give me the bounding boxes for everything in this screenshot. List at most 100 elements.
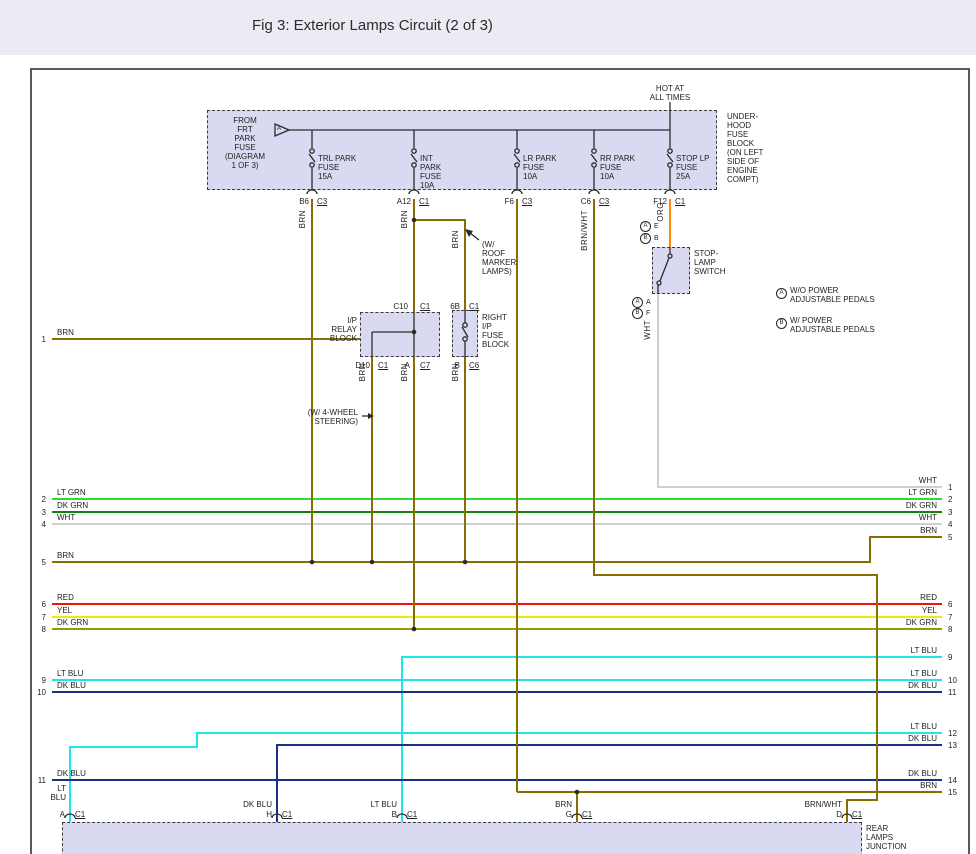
row-right-num-1: 1 — [948, 483, 960, 492]
row-right-num-5: 5 — [948, 533, 960, 542]
row-left-num-2: 2 — [34, 495, 46, 504]
from-frt-park-fuse-label: FROM FRT PARK FUSE (DIAGRAM 1 OF 3) — [217, 116, 273, 170]
wiring-diagram-page: Fig 3: Exterior Lamps Circuit (2 of 3) — [0, 0, 976, 854]
bottom-wire-label-brnwht: BRN/WHT — [790, 800, 842, 809]
pin-d10: D10 — [346, 361, 370, 370]
row-right-num-2: 2 — [948, 495, 960, 504]
row-right-label-7: YEL — [877, 606, 937, 615]
wire-dk-blu-row13 — [277, 745, 942, 822]
row-right-num-12: 12 — [948, 729, 960, 738]
row-right-label-13: DK BLU — [877, 734, 937, 743]
fuse-symbol-trl-park — [309, 130, 315, 190]
row-left-num-3: 3 — [34, 508, 46, 517]
connector-arc-f12 — [665, 190, 675, 194]
row-right-label-5: BRN — [877, 526, 937, 535]
conn-c6-fb: C6 — [469, 361, 479, 370]
circle-b-icon: B — [632, 308, 643, 319]
wiring-svg — [32, 70, 968, 854]
bottom-conn-c1-g: C1 — [582, 810, 592, 819]
conn-c1-relay-top: C1 — [420, 302, 430, 311]
row-right-label-15: BRN — [877, 781, 937, 790]
connector-arc-c6 — [589, 190, 599, 194]
underhood-fuse-block-label: UNDER- HOOD FUSE BLOCK (ON LEFT SIDE OF … — [727, 112, 787, 184]
connector-arc-a12 — [409, 190, 419, 194]
bottom-wire-label-dkblu: DK BLU — [232, 800, 272, 809]
row-left-label-10: DK BLU — [57, 681, 86, 690]
row-left-num-8: 8 — [34, 625, 46, 634]
legend-a-label: W/O POWER ADJUSTABLE PEDALS — [790, 286, 885, 304]
bottom-conn-c1-b: C1 — [407, 810, 417, 819]
fuse-label-int-park: INT PARK FUSE 10A — [420, 154, 462, 190]
conn-c3-2: C3 — [522, 197, 532, 206]
row-right-label-9: LT BLU — [877, 646, 937, 655]
circle-a-icon: A — [632, 297, 643, 308]
conn-c3-1: C3 — [317, 197, 327, 206]
switch-pin-bot-a: A A — [632, 297, 651, 308]
row-left-label-9: LT BLU — [57, 669, 83, 678]
row-left-label-5: BRN — [57, 551, 74, 560]
wire-rows — [52, 499, 942, 822]
row-right-num-8: 8 — [948, 625, 960, 634]
bottom-conn-c1-d: C1 — [852, 810, 862, 819]
pin-a12: A12 — [383, 197, 411, 206]
row-left-label-2: LT GRN — [57, 488, 86, 497]
figure-title: Fig 3: Exterior Lamps Circuit (2 of 3) — [252, 17, 493, 34]
switch-pin-bot-a-val: A — [646, 299, 651, 306]
fuse-label-lr-park: LR PARK FUSE 10A — [523, 154, 565, 181]
roof-marker-lamps-note: (W/ ROOF MARKER LAMPS) — [482, 240, 524, 276]
wire-label-brn-2: BRN — [400, 210, 409, 228]
pin-b-fb: B — [442, 361, 460, 370]
circle-b-icon: B — [640, 233, 651, 244]
pin-c10: C10 — [384, 302, 408, 311]
pin-a-relay: A — [398, 361, 410, 370]
bottom-pin-g: G — [554, 810, 572, 819]
roof-arrow-line — [470, 233, 479, 240]
legend-circle-a-icon: A — [776, 288, 787, 299]
row-right-label-2: LT GRN — [877, 488, 937, 497]
row-right-label-6: RED — [877, 593, 937, 602]
bottom-wire-label-brn: BRN — [532, 800, 572, 809]
circle-a-icon: A — [640, 221, 651, 232]
pin-6b: 6B — [438, 302, 460, 311]
row-right-num-11: 11 — [948, 688, 960, 697]
bottom-pin-h: H — [254, 810, 272, 819]
switch-pin-bot-b-val: F — [646, 310, 650, 317]
conn-c1-2: C1 — [675, 197, 685, 206]
row-right-label-11: DK BLU — [877, 681, 937, 690]
stop-lamp-switch-internals — [657, 247, 672, 294]
pin-b6: B6 — [285, 197, 309, 206]
row-right-num-7: 7 — [948, 613, 960, 622]
row-left-label-7: YEL — [57, 606, 72, 615]
wire-label-org: ORG — [656, 202, 665, 222]
annotation-arrows — [362, 229, 479, 419]
switch-pin-bot-b: B F — [632, 308, 650, 319]
bottom-pin-a: A — [47, 810, 65, 819]
row-right-label-1: WHT — [877, 476, 937, 485]
conn-c7-relay: C7 — [420, 361, 430, 370]
fuse-symbol-lr-park — [514, 130, 520, 190]
switch-pin-top-b-val: B — [654, 235, 659, 242]
fuse-label-stop-lp: STOP LP FUSE 25A — [676, 154, 718, 181]
row-right-num-4: 4 — [948, 520, 960, 529]
connector-arc-f6 — [512, 190, 522, 194]
row-right-num-14: 14 — [948, 776, 960, 785]
bottom-pin-d: D — [824, 810, 842, 819]
bottom-conn-c1-a: C1 — [75, 810, 85, 819]
row-right-label-12: LT BLU — [877, 722, 937, 731]
row-left-num-1: 1 — [34, 335, 46, 344]
legend-b-label: W/ POWER ADJUSTABLE PEDALS — [790, 316, 885, 334]
row-right-num-9: 9 — [948, 653, 960, 662]
bottom-pin-b: B — [379, 810, 397, 819]
relay-block-internals — [372, 312, 414, 357]
wire-label-wht: WHT — [643, 320, 652, 340]
fuse-label-rr-park: RR PARK FUSE 10A — [600, 154, 642, 181]
pin-f6: F6 — [490, 197, 514, 206]
row-left-num-9: 9 — [34, 676, 46, 685]
conn-c1-fb: C1 — [469, 302, 479, 311]
conn-c1-relay-o1: C1 — [378, 361, 388, 370]
fuse-label-trl-park: TRL PARK FUSE 15A — [318, 154, 360, 181]
switch-pin-top-b: B B — [640, 233, 659, 244]
conn-c3-3: C3 — [599, 197, 609, 206]
fuse-symbol-int-park — [411, 130, 417, 190]
ip-relay-block-label: I/P RELAY BLOCK — [325, 316, 357, 343]
